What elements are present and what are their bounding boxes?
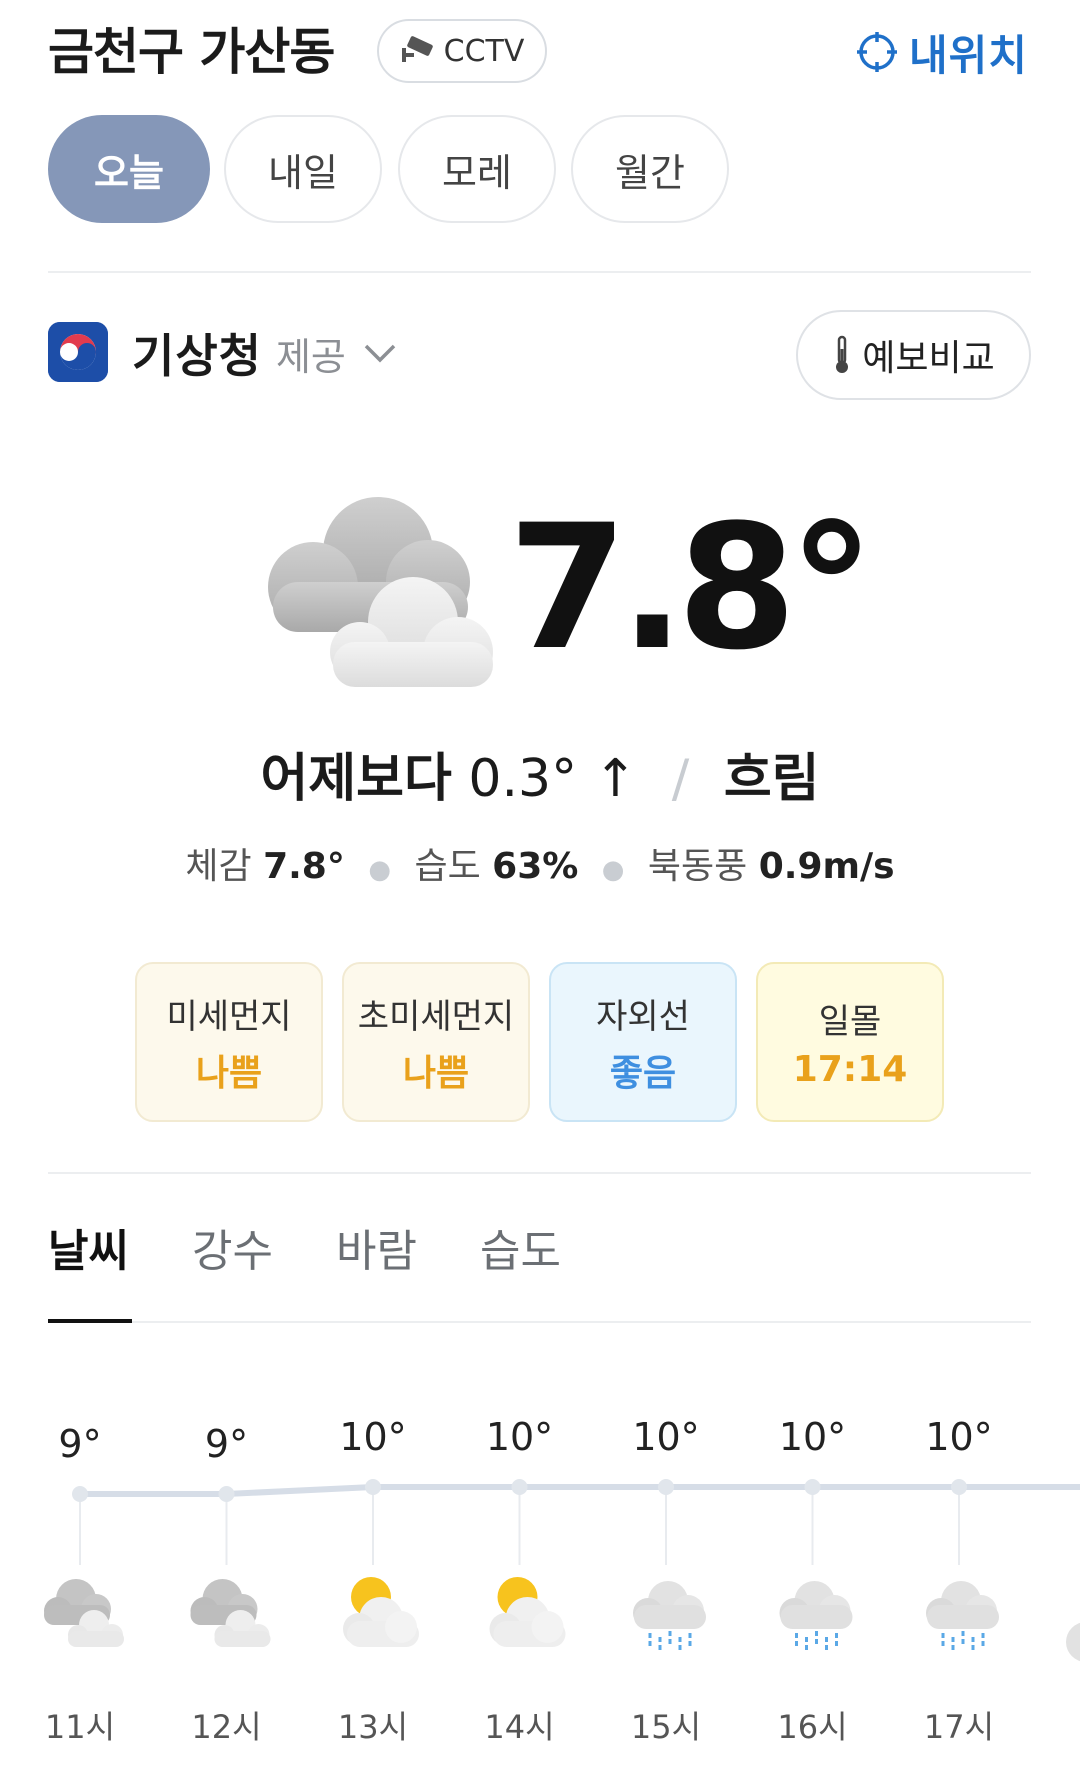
crosshair-icon: [857, 32, 897, 72]
uv-card[interactable]: 자외선 좋음: [549, 962, 737, 1122]
card-label: 일몰: [818, 1002, 882, 1042]
hour-label: 11시: [44, 1708, 116, 1746]
chevron-down-icon: [364, 344, 396, 363]
compare-label: 예보비교: [862, 338, 995, 379]
sunset-card[interactable]: 일몰 17:14: [756, 962, 944, 1122]
cctv-label: CCTV: [443, 33, 525, 69]
tab-weather[interactable]: 날씨: [48, 1220, 129, 1284]
humidity-label: 습도: [414, 846, 481, 887]
weather-summary: 어제보다 0.3° ↑ / 흐림: [0, 744, 1080, 814]
hour-temperature-label: 9°: [58, 1422, 102, 1466]
hour-temperature-label: 10°: [339, 1415, 407, 1459]
tab-precipitation[interactable]: 강수: [192, 1220, 273, 1284]
temperature-point: [658, 1479, 674, 1495]
partly-sunny-icon: [343, 1577, 419, 1647]
weather-details: 체감 7.8° ● 습도 63% ● 북동풍 0.9m/s: [0, 842, 1080, 895]
condition: 흐림: [723, 749, 820, 809]
location-title: 금천구 가산동: [48, 23, 335, 81]
rain-icon: [926, 1581, 999, 1653]
hour-temperature-label: 10°: [632, 1415, 700, 1459]
separator: /: [671, 749, 690, 809]
cctv-camera-icon: [401, 36, 433, 62]
wind-value: 0.9m/s: [758, 846, 895, 887]
cloudy-icon: [248, 492, 498, 702]
tab-tomorrow[interactable]: 내일: [224, 115, 382, 223]
partly-sunny-icon: [489, 1577, 566, 1647]
dot-separator: ●: [601, 855, 625, 885]
wind-label: 북동풍: [647, 846, 748, 887]
fine-dust-card[interactable]: 미세먼지 나쁨: [135, 962, 323, 1122]
divider: [48, 1172, 1031, 1174]
tab-today[interactable]: 오늘: [48, 115, 210, 223]
card-value: 17:14: [792, 1049, 908, 1090]
compare-prefix: 어제보다: [260, 749, 452, 809]
kma-logo: [48, 322, 108, 382]
my-location-button[interactable]: 내위치: [855, 22, 1028, 82]
hour-label: 16시: [777, 1708, 848, 1746]
temperature-point: [951, 1479, 967, 1495]
temperature-point: [511, 1479, 528, 1495]
divider: [48, 1321, 1031, 1323]
temperature-point: [72, 1486, 88, 1502]
hour-label: 12시: [191, 1708, 262, 1746]
active-tab-underline: [48, 1319, 132, 1323]
rain-icon: [779, 1581, 853, 1653]
temperature-point: [218, 1486, 235, 1502]
hour-temperature-label: 9°: [204, 1422, 249, 1466]
cloudy-icon: [44, 1579, 124, 1647]
provider-name: 기상청: [132, 329, 262, 383]
ultrafine-dust-card[interactable]: 초미세먼지 나쁨: [342, 962, 530, 1122]
card-label: 초미세먼지: [357, 996, 515, 1037]
dot-separator: ●: [368, 855, 391, 885]
provider-suffix: 제공: [275, 334, 346, 379]
hour-label: 15시: [630, 1708, 702, 1746]
tab-day-after-tomorrow[interactable]: 모레: [398, 115, 556, 223]
provider-selector[interactable]: 기상청 제공: [132, 320, 400, 386]
compare-value: 0.3°: [468, 749, 578, 809]
tab-monthly[interactable]: 월간: [571, 115, 729, 223]
hour-temperature-label: 10°: [778, 1415, 847, 1459]
cloud-icon-partial: [1066, 1622, 1080, 1662]
divider: [48, 271, 1031, 273]
thermometer-icon: [836, 335, 849, 373]
humidity-value: 63%: [492, 846, 579, 887]
current-temperature: 7.8°: [508, 487, 875, 688]
hour-temperature-label: 10°: [485, 1415, 554, 1459]
feels-value: 7.8°: [263, 846, 345, 887]
my-location-label: 내위치: [909, 30, 1028, 80]
card-value: 나쁨: [402, 1052, 470, 1094]
hour-label: 13시: [337, 1708, 409, 1746]
up-arrow-icon: ↑: [593, 749, 638, 809]
card-label: 자외선: [596, 996, 690, 1037]
tab-wind[interactable]: 바람: [336, 1220, 417, 1284]
card-label: 미세먼지: [166, 996, 292, 1037]
cctv-button[interactable]: CCTV: [377, 19, 547, 83]
forecast-compare-button[interactable]: 예보비교: [796, 310, 1031, 400]
hour-label: 14시: [484, 1708, 555, 1746]
temperature-point: [365, 1479, 381, 1495]
card-value: 좋음: [609, 1052, 677, 1094]
cloudy-icon: [190, 1579, 271, 1647]
tab-humidity[interactable]: 습도: [480, 1220, 561, 1284]
card-value: 나쁨: [195, 1052, 263, 1094]
rain-icon: [633, 1581, 706, 1653]
temperature-point: [804, 1479, 821, 1495]
hour-temperature-label: 10°: [925, 1415, 993, 1459]
feels-label: 체감: [185, 846, 252, 887]
hour-label: 17시: [923, 1708, 995, 1746]
